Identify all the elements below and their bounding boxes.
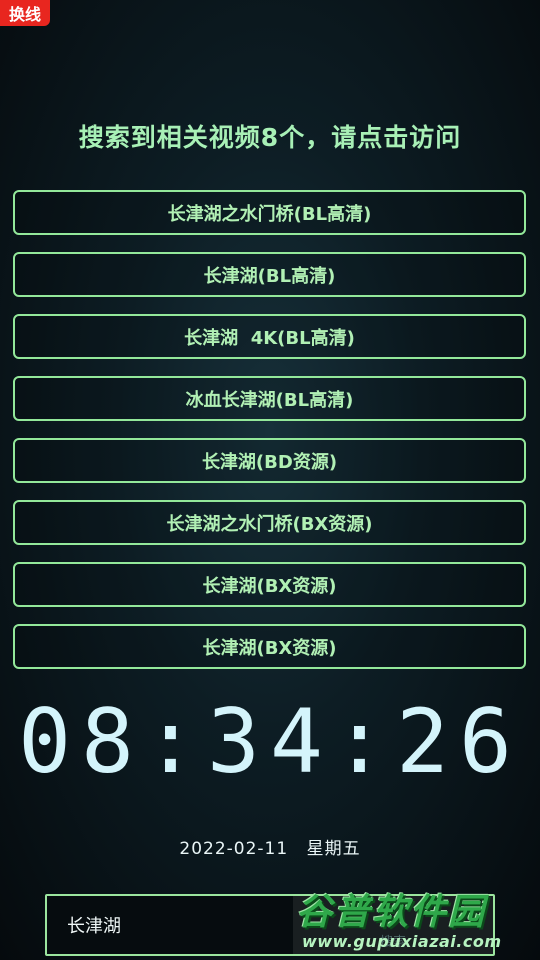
switch-line-button[interactable]: 换线 bbox=[0, 0, 50, 26]
clock-display: 08:34:26 bbox=[18, 690, 522, 793]
result-item-2[interactable]: 长津湖(BL高清) bbox=[13, 252, 526, 297]
result-item-4[interactable]: 冰血长津湖(BL高清) bbox=[13, 376, 526, 421]
search-bar: 搜索 bbox=[45, 894, 495, 956]
result-list: 长津湖之水门桥(BL高清) 长津湖(BL高清) 长津湖 4K(BL高清) 冰血长… bbox=[13, 190, 526, 686]
date-day: 2022-02-11 bbox=[179, 839, 289, 859]
search-input[interactable] bbox=[67, 914, 307, 936]
date-display: 2022-02-11 星期五 bbox=[0, 834, 540, 859]
result-item-7[interactable]: 长津湖(BX资源) bbox=[13, 562, 526, 607]
search-result-headline: 搜索到相关视频8个，请点击访问 bbox=[78, 123, 462, 152]
result-item-8[interactable]: 长津湖(BX资源) bbox=[13, 624, 526, 669]
result-item-3[interactable]: 长津湖 4K(BL高清) bbox=[13, 314, 526, 359]
search-button[interactable]: 搜索 bbox=[293, 896, 493, 954]
date-weekday: 星期五 bbox=[306, 839, 361, 859]
result-item-6[interactable]: 长津湖之水门桥(BX资源) bbox=[13, 500, 526, 545]
result-item-5[interactable]: 长津湖(BD资源) bbox=[13, 438, 526, 483]
result-item-1[interactable]: 长津湖之水门桥(BL高清) bbox=[13, 190, 526, 235]
